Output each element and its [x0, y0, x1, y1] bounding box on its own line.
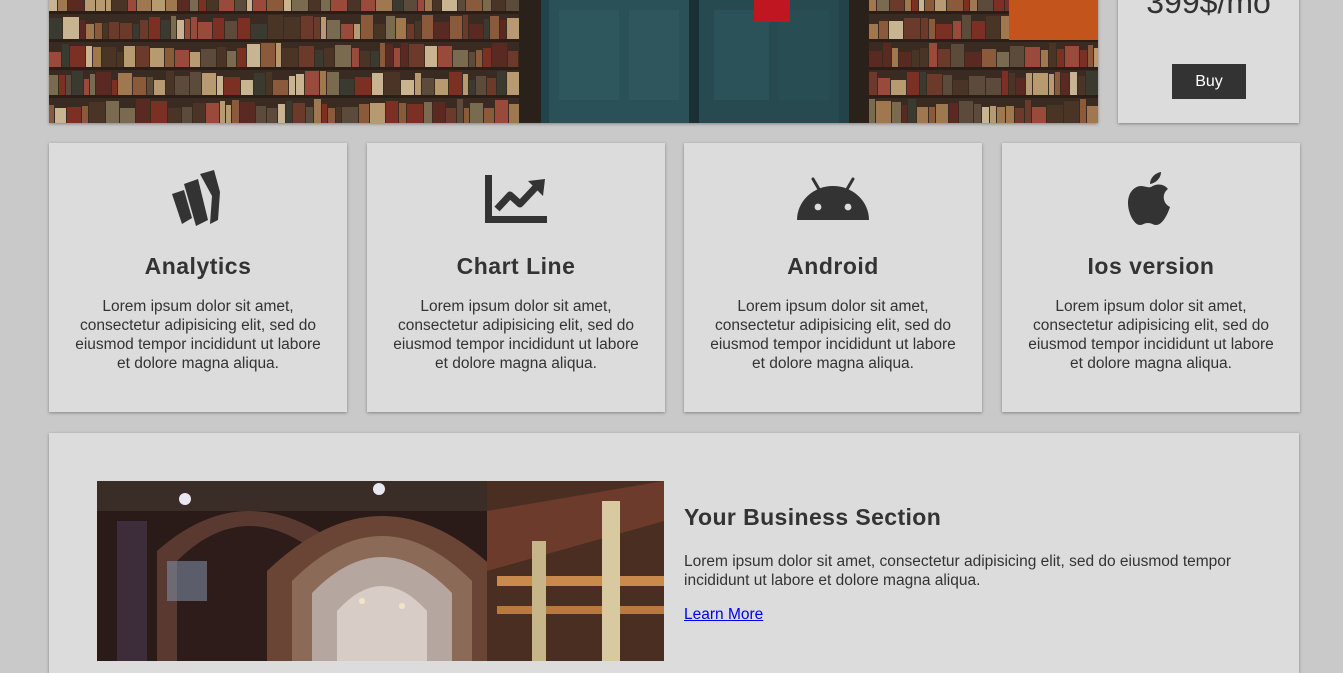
business-photo	[97, 481, 664, 661]
buy-button[interactable]: Buy	[1172, 64, 1246, 99]
feature-description: Lorem ipsum dolor sit amet, consectetur …	[393, 298, 639, 372]
feature-description: Lorem ipsum dolor sit amet, consectetur …	[75, 298, 321, 372]
feature-description: Lorem ipsum dolor sit amet, consectetur …	[1028, 298, 1274, 372]
chart-line-icon	[367, 169, 665, 229]
feature-card-ios: Ios version Lorem ipsum dolor sit amet, …	[1002, 143, 1300, 412]
android-icon	[684, 169, 982, 229]
pricing-card: 399$/mo Buy	[1118, 0, 1299, 123]
apple-icon	[1002, 169, 1300, 229]
learn-more-link[interactable]: Learn More	[684, 606, 763, 624]
business-title: Your Business Section	[684, 504, 942, 530]
analytics-icon	[49, 169, 347, 229]
feature-card-chart-line: Chart Line Lorem ipsum dolor sit amet, c…	[367, 143, 665, 412]
feature-card-analytics: Analytics Lorem ipsum dolor sit amet, co…	[49, 143, 347, 412]
feature-title: Analytics	[144, 253, 252, 279]
feature-card-android: Android Lorem ipsum dolor sit amet, cons…	[684, 143, 982, 412]
business-section: Your Business Section Lorem ipsum dolor …	[49, 433, 1299, 673]
hero-banner-image	[49, 0, 1098, 123]
business-description: Lorem ipsum dolor sit amet, consectetur …	[684, 553, 1232, 589]
feature-title: Chart Line	[456, 253, 576, 279]
price-label: 399$/mo	[1146, 0, 1271, 20]
feature-description: Lorem ipsum dolor sit amet, consectetur …	[710, 298, 956, 372]
feature-title: Ios version	[1087, 253, 1215, 279]
feature-title: Android	[787, 253, 879, 279]
